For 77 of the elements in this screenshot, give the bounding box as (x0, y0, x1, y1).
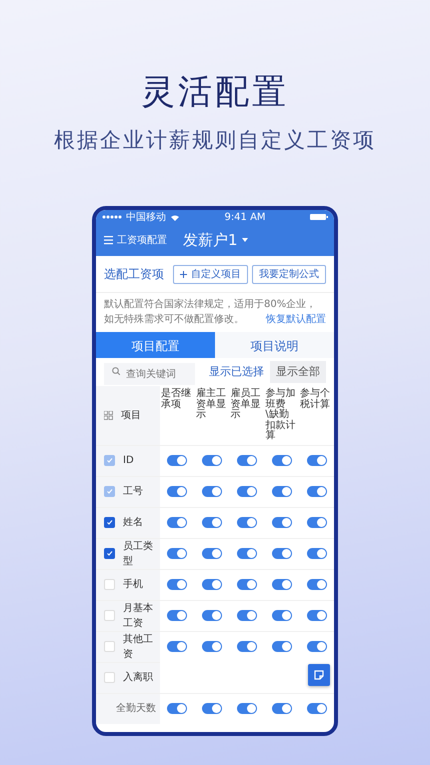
toggle-switch[interactable] (236, 641, 257, 652)
toggle-switch[interactable] (202, 548, 222, 560)
toggle-switch[interactable] (236, 703, 257, 714)
column-header: 项目 (121, 409, 141, 424)
menu-icon (104, 235, 113, 246)
toggle-switch[interactable] (272, 610, 292, 622)
checkbox[interactable] (104, 548, 115, 560)
toggle-switch[interactable] (167, 548, 188, 560)
tab[interactable]: 项目说明 (215, 332, 334, 358)
battery-icon (310, 214, 328, 220)
row-label: 其他工资 (123, 632, 154, 662)
check-icon (106, 550, 113, 558)
toggle-switch[interactable] (202, 703, 222, 714)
column-header: 是否继承项 (160, 386, 192, 412)
toggle-switch[interactable] (202, 517, 222, 528)
column-header: 雇员工资单显示 (230, 386, 262, 422)
checkbox[interactable] (104, 641, 115, 652)
toggle-switch[interactable] (272, 703, 292, 714)
toggle-switch[interactable] (202, 641, 222, 652)
restore-default-link[interactable]: 恢复默认配置 (266, 312, 326, 328)
account-dropdown[interactable]: 发薪户1 (183, 229, 248, 252)
toggle-switch[interactable] (306, 610, 327, 622)
action-button[interactable]: 自定义项目 (173, 264, 248, 284)
status-time: 9:41 AM (224, 210, 267, 225)
tab[interactable]: 项目配置 (96, 332, 215, 358)
toggle-switch[interactable] (167, 610, 188, 622)
row-label: 手机 (123, 578, 143, 592)
headline: 灵活配置 (140, 71, 290, 113)
carrier-name: 中国移动 (126, 210, 166, 225)
wifi-icon (170, 214, 180, 221)
menu-button[interactable]: 工资项配置 (104, 232, 167, 248)
toggle-switch[interactable] (202, 579, 222, 590)
search-icon (112, 366, 120, 375)
column-header: 参与加班费\缺勤扣款计算 (264, 386, 296, 444)
checkbox[interactable] (104, 610, 115, 622)
toggle-switch[interactable] (306, 703, 327, 714)
toggle-switch[interactable] (236, 579, 257, 590)
subtitle: 根据企业计薪规则自定义工资项 (53, 126, 377, 154)
toggle-switch[interactable] (236, 517, 257, 528)
toggle-switch[interactable] (272, 579, 292, 590)
toggle-switch[interactable] (236, 548, 257, 560)
toggle-switch[interactable] (306, 517, 327, 528)
note-button[interactable] (308, 664, 330, 686)
search-field[interactable]: 查询关键词 (104, 363, 195, 386)
row-label: 员工类型 (123, 540, 154, 569)
row-label: 姓名 (123, 516, 143, 530)
action-button[interactable]: 我要定制公式 (252, 264, 326, 284)
grid-icon (104, 411, 113, 420)
toggle-switch[interactable] (167, 703, 188, 714)
checkbox[interactable] (104, 579, 115, 590)
row-label: 工号 (123, 485, 143, 500)
toggle-switch[interactable] (202, 610, 222, 622)
row-label: 月基本工资 (123, 602, 154, 631)
signal-icon (102, 214, 122, 220)
toggle-switch[interactable] (306, 579, 327, 590)
toggle-switch[interactable] (306, 548, 327, 560)
column-header: 参与个税计算 (299, 386, 332, 412)
section-title: 选配工资项 (104, 266, 165, 284)
row-label: ID (123, 454, 134, 468)
toggle-switch[interactable] (272, 517, 292, 528)
toggle-switch[interactable] (167, 641, 188, 652)
plus-icon (180, 270, 187, 278)
toggle-switch[interactable] (167, 579, 188, 590)
row-label: 入离职 (123, 670, 153, 686)
toggle-switch[interactable] (167, 517, 188, 528)
toggle-switch[interactable] (236, 610, 257, 622)
check-icon (106, 519, 113, 526)
checkbox[interactable] (104, 517, 115, 528)
checkbox[interactable] (104, 672, 115, 684)
caret-icon (242, 238, 248, 242)
filter-button[interactable]: 显示全部 (270, 361, 326, 384)
note-icon (314, 670, 324, 680)
column-header: 雇主工资单显示 (194, 386, 227, 422)
toggle-switch[interactable] (272, 641, 292, 652)
toggle-switch[interactable] (272, 548, 292, 560)
row-label: 全勤天数 (116, 702, 156, 716)
toggle-switch[interactable] (306, 641, 327, 652)
